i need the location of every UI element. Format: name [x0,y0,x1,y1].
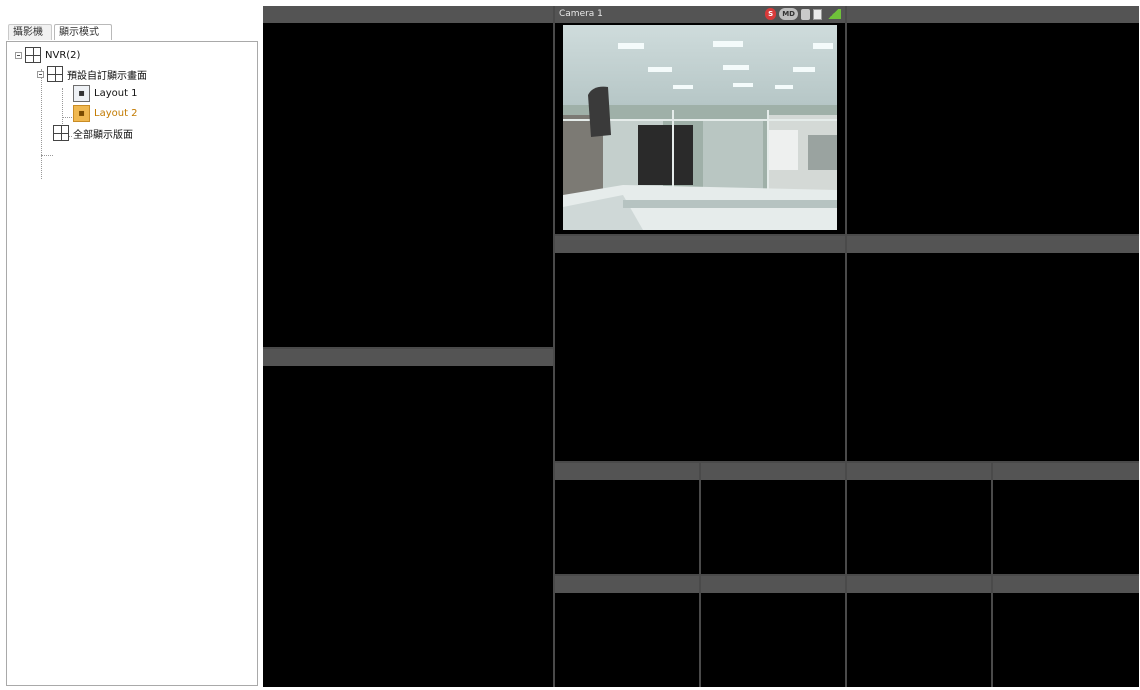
video-cell-mid-2[interactable] [847,236,1139,461]
video-view [263,366,553,687]
video-view [263,23,553,347]
video-view [701,480,845,574]
video-cell-large-2[interactable] [263,349,553,687]
tree-node-nvr[interactable]: NVR(2) [15,46,80,64]
video-view [993,593,1139,687]
snapshot-icon [813,8,822,20]
tree-node-layout-2[interactable]: ▪ Layout 2 [73,104,138,122]
tab-cameras[interactable]: 攝影機 [8,24,52,40]
video-cell-small[interactable] [993,463,1139,574]
video-view [847,23,1139,234]
cell-title-bar [847,6,1139,23]
collapse-icon[interactable] [37,70,44,78]
video-cell-small[interactable] [555,576,699,687]
video-wall: Camera 1 S MD [263,6,1139,687]
grid-layout-icon [53,125,69,141]
layout-panel: 攝影機 顯示模式 NVR(2) 預設自訂顯示畫面 ▪ Layout 1 ▪ La… [6,22,258,686]
video-cell-small[interactable] [701,576,845,687]
video-cell-mid-1[interactable] [555,236,845,461]
tree-node-label: Layout 2 [94,107,138,119]
tree-node-label: 預設自訂顯示畫面 [67,70,147,82]
camera-status-icons: S MD [765,8,841,20]
layout-icon: ▪ [73,104,90,122]
office-scene-image [563,25,837,230]
cell-title-bar [555,576,699,593]
tree-node-label: NVR(2) [45,49,81,61]
cell-title-bar [555,236,845,253]
video-cell-small[interactable] [847,463,991,574]
tree-node-preset-group[interactable]: 預設自訂顯示畫面 [37,65,147,83]
grid-layout-icon [47,66,63,82]
cell-title-bar [993,463,1139,480]
microphone-icon [801,8,810,20]
cell-title-bar [701,463,845,480]
tree-node-label: 全部顯示版面 [73,129,133,141]
cell-title-bar [263,349,553,366]
cell-title-bar [993,576,1139,593]
tree-connector [41,69,42,179]
video-view [993,480,1139,574]
video-view [847,480,991,574]
video-view [847,253,1139,461]
cell-title-bar [701,576,845,593]
video-cell-camera-1[interactable]: Camera 1 S MD [555,6,845,234]
signal-strength-icon [825,9,841,19]
video-cell-top-right[interactable] [847,6,1139,234]
camera-title: Camera 1 [559,9,603,19]
record-status-icon: S [765,8,777,20]
cell-title-bar [847,463,991,480]
tree-node-label: Layout 1 [94,87,138,99]
panel-tabs: 攝影機 顯示模式 [6,22,258,42]
grid-layout-icon [25,47,41,63]
video-cell-small[interactable] [701,463,845,574]
tab-display-mode[interactable]: 顯示模式 [54,24,112,40]
video-view [847,593,991,687]
video-cell-small[interactable] [847,576,991,687]
camera-video-feed [563,25,837,230]
cell-title-bar: Camera 1 S MD [555,6,845,23]
tree-node-layout-1[interactable]: ▪ Layout 1 [73,84,138,102]
tree-connector [41,155,53,156]
collapse-icon[interactable] [15,51,22,59]
tree-node-full-display[interactable]: 全部顯示版面 [53,124,133,142]
video-cell-small[interactable] [993,576,1139,687]
cell-title-bar [847,236,1139,253]
video-view [555,480,699,574]
video-view [555,253,845,461]
cell-title-bar [847,576,991,593]
tree-connector [62,117,72,118]
video-view [701,593,845,687]
layout-icon: ▪ [73,84,90,102]
motion-detect-icon: MD [779,8,798,20]
cell-title-bar [263,6,553,23]
video-cell-small[interactable] [555,463,699,574]
video-cell-large-1[interactable] [263,6,553,347]
layout-tree: NVR(2) 預設自訂顯示畫面 ▪ Layout 1 ▪ Layout 2 全部… [6,41,258,686]
cell-title-bar [555,463,699,480]
video-view [555,593,699,687]
